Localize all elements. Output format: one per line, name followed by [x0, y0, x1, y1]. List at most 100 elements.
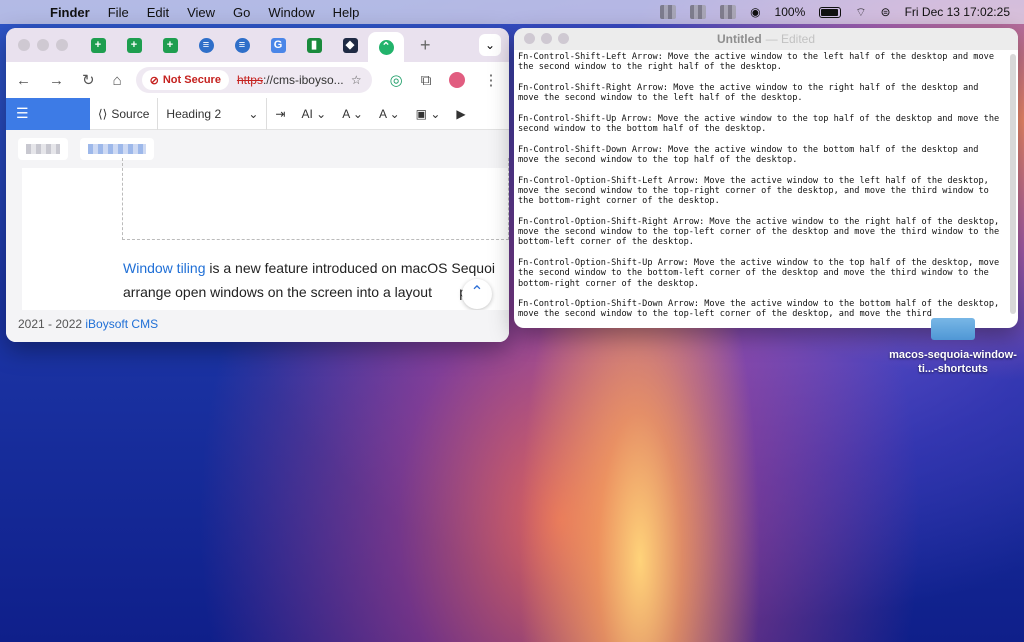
text-style-button[interactable]: A ⌄: [334, 98, 371, 130]
blurred-text: [26, 144, 60, 154]
address-bar[interactable]: ⊘ Not Secure https://cms-iboyso... ☆: [135, 67, 372, 93]
tab-search-chevron-icon[interactable]: ⌄: [479, 34, 501, 56]
browser-tab[interactable]: ≡: [188, 32, 224, 58]
dark-app-icon: ◆: [342, 37, 358, 53]
shortcut-paragraph: Fn-Control-Shift-Down Arrow: Move the ac…: [518, 144, 979, 165]
font-color-icon: A ⌄: [378, 106, 400, 121]
browser-tab[interactable]: ▮: [296, 32, 332, 58]
indent-button[interactable]: ⇥: [267, 98, 293, 130]
blurred-status-icon[interactable]: [690, 5, 707, 19]
minimize-button[interactable]: [37, 39, 49, 51]
menu-view[interactable]: View: [187, 5, 215, 20]
media-button[interactable]: ▶: [448, 98, 473, 130]
extension-icon[interactable]: ◎: [390, 71, 403, 89]
browser-tab[interactable]: G: [260, 32, 296, 58]
shortcut-paragraph: Fn-Control-Shift-Right Arrow: Move the a…: [518, 82, 979, 104]
close-button[interactable]: [18, 39, 30, 51]
image-placeholder[interactable]: [122, 158, 509, 240]
article-paragraph[interactable]: Window tiling is a new feature introduce…: [123, 256, 509, 304]
text-style-icon: A ⌄: [342, 106, 363, 121]
back-icon[interactable]: ←: [16, 72, 31, 89]
desktop-file[interactable]: macos-sequoia-window-ti...-shortcuts: [886, 318, 1020, 376]
home-icon[interactable]: ⌂: [113, 72, 122, 89]
menu-bar: Finder File Edit View Go Window Help ◉ 1…: [0, 0, 1024, 24]
tab-strip: + + + ≡ ≡ G ▮ ◆ ⌃ + ⌄: [6, 28, 509, 62]
battery-percent: 100%: [774, 5, 806, 19]
footer-brand-link[interactable]: iBoysoft CMS: [85, 317, 158, 331]
more-menu-icon[interactable]: ⋮: [483, 71, 498, 89]
menu-help[interactable]: Help: [333, 5, 360, 20]
vertical-scrollbar[interactable]: [1010, 54, 1016, 314]
image-file-icon: [931, 318, 975, 340]
shortcut-paragraph: Fn-Control-Option-Shift-Right Arrow: Mov…: [518, 216, 1000, 248]
profile-avatar[interactable]: [449, 72, 466, 88]
blurred-status-icon[interactable]: [660, 5, 677, 19]
highlight-icon: ▣ ⌄: [415, 106, 441, 121]
green-app-icon: ⌃: [378, 39, 394, 55]
browser-tab[interactable]: ≡: [224, 32, 260, 58]
menu-go[interactable]: Go: [233, 5, 250, 20]
blurred-text: [88, 144, 146, 154]
warning-icon: ⊘: [149, 74, 159, 87]
menubar-clock[interactable]: Fri Dec 13 17:02:25: [905, 5, 1010, 19]
zoom-button[interactable]: [56, 39, 68, 51]
article-text-2: arrange open windows on the screen into …: [123, 284, 432, 300]
menu-app-name[interactable]: Finder: [50, 5, 90, 20]
browser-tab[interactable]: +: [80, 32, 116, 58]
browser-tab[interactable]: +: [152, 32, 188, 58]
text-document[interactable]: Fn-Control-Shift-Left Arrow: Move the ac…: [514, 50, 1004, 328]
sidebar-toggle-icon[interactable]: ☰: [6, 97, 90, 130]
editor-page[interactable]: Window tiling is a new feature introduce…: [22, 158, 509, 310]
browser-toolbar: ← → ↻ ⌂ ⊘ Not Secure https://cms-iboyso.…: [6, 62, 509, 98]
puzzle-icon[interactable]: ⧉: [421, 72, 432, 89]
blurred-status-icon[interactable]: [720, 5, 737, 19]
shortcut-paragraph: Fn-Control-Shift-Left Arrow: Move the ac…: [518, 52, 994, 73]
zoom-button[interactable]: [558, 33, 569, 44]
browser-tab[interactable]: ◆: [332, 32, 368, 58]
browser-tab-active[interactable]: ⌃: [368, 32, 404, 62]
browser-window: + + + ≡ ≡ G ▮ ◆ ⌃ + ⌄ ← → ↻ ⌂ ⊘ Not Secu…: [6, 28, 509, 342]
control-center-icon[interactable]: ⊜: [881, 5, 891, 19]
security-chip[interactable]: ⊘ Not Secure: [141, 70, 229, 90]
forward-icon[interactable]: →: [49, 72, 64, 89]
blurred-chip[interactable]: [18, 138, 68, 160]
menu-edit[interactable]: Edit: [147, 5, 169, 20]
user-status-icon[interactable]: ◉: [750, 5, 760, 19]
browser-tab[interactable]: +: [116, 32, 152, 58]
window-controls: [18, 39, 68, 51]
chevron-up-icon: ⌃: [470, 284, 484, 301]
battery-icon[interactable]: [819, 6, 842, 18]
document-title[interactable]: Untitled: [717, 32, 762, 46]
url-scheme: https: [236, 73, 263, 87]
close-button[interactable]: [524, 33, 535, 44]
source-button[interactable]: ⟨⟩ Source: [90, 98, 157, 130]
wifi-icon[interactable]: ⌔: [855, 5, 866, 20]
page-footer: 2021 - 2022 iBoysoft CMS: [6, 310, 509, 342]
minimize-button[interactable]: [541, 33, 552, 44]
heading-value: Heading 2: [166, 106, 222, 121]
chevron-down-icon: ⌄: [248, 106, 259, 121]
window-controls: [524, 33, 569, 44]
source-label: Source: [111, 106, 150, 121]
heading-select[interactable]: Heading 2 ⌄: [157, 97, 268, 130]
calendar-icon: ▮: [306, 37, 322, 53]
textedit-window: Untitled — Edited Fn-Control-Shift-Left …: [514, 28, 1018, 328]
new-tab-icon[interactable]: +: [420, 35, 431, 56]
bookmark-star-icon[interactable]: ☆: [351, 73, 362, 87]
media-icon: ▶: [456, 106, 466, 121]
sheets-icon: +: [126, 37, 142, 53]
scroll-to-top-button[interactable]: ⌃: [462, 279, 492, 309]
menu-window[interactable]: Window: [268, 5, 314, 20]
sheets-icon: +: [90, 37, 106, 53]
font-color-button[interactable]: A ⌄: [371, 98, 408, 130]
status-area: ◉ 100% ⌔ ⊜ Fri Dec 13 17:02:25: [660, 0, 1010, 24]
menu-file[interactable]: File: [108, 5, 129, 20]
editor-toolbar: ☰ ⟨⟩ Source Heading 2 ⌄ ⇥ AI ⌄ A ⌄ A ⌄ ▣…: [6, 97, 509, 130]
blurred-chip[interactable]: [80, 138, 154, 160]
highlight-button[interactable]: ▣ ⌄: [408, 98, 449, 130]
reload-icon[interactable]: ↻: [82, 71, 95, 89]
article-link[interactable]: Window tiling: [123, 260, 205, 276]
globe-icon: ≡: [234, 37, 250, 53]
font-size-button[interactable]: AI ⌄: [293, 98, 334, 130]
translate-icon: G: [270, 37, 286, 53]
